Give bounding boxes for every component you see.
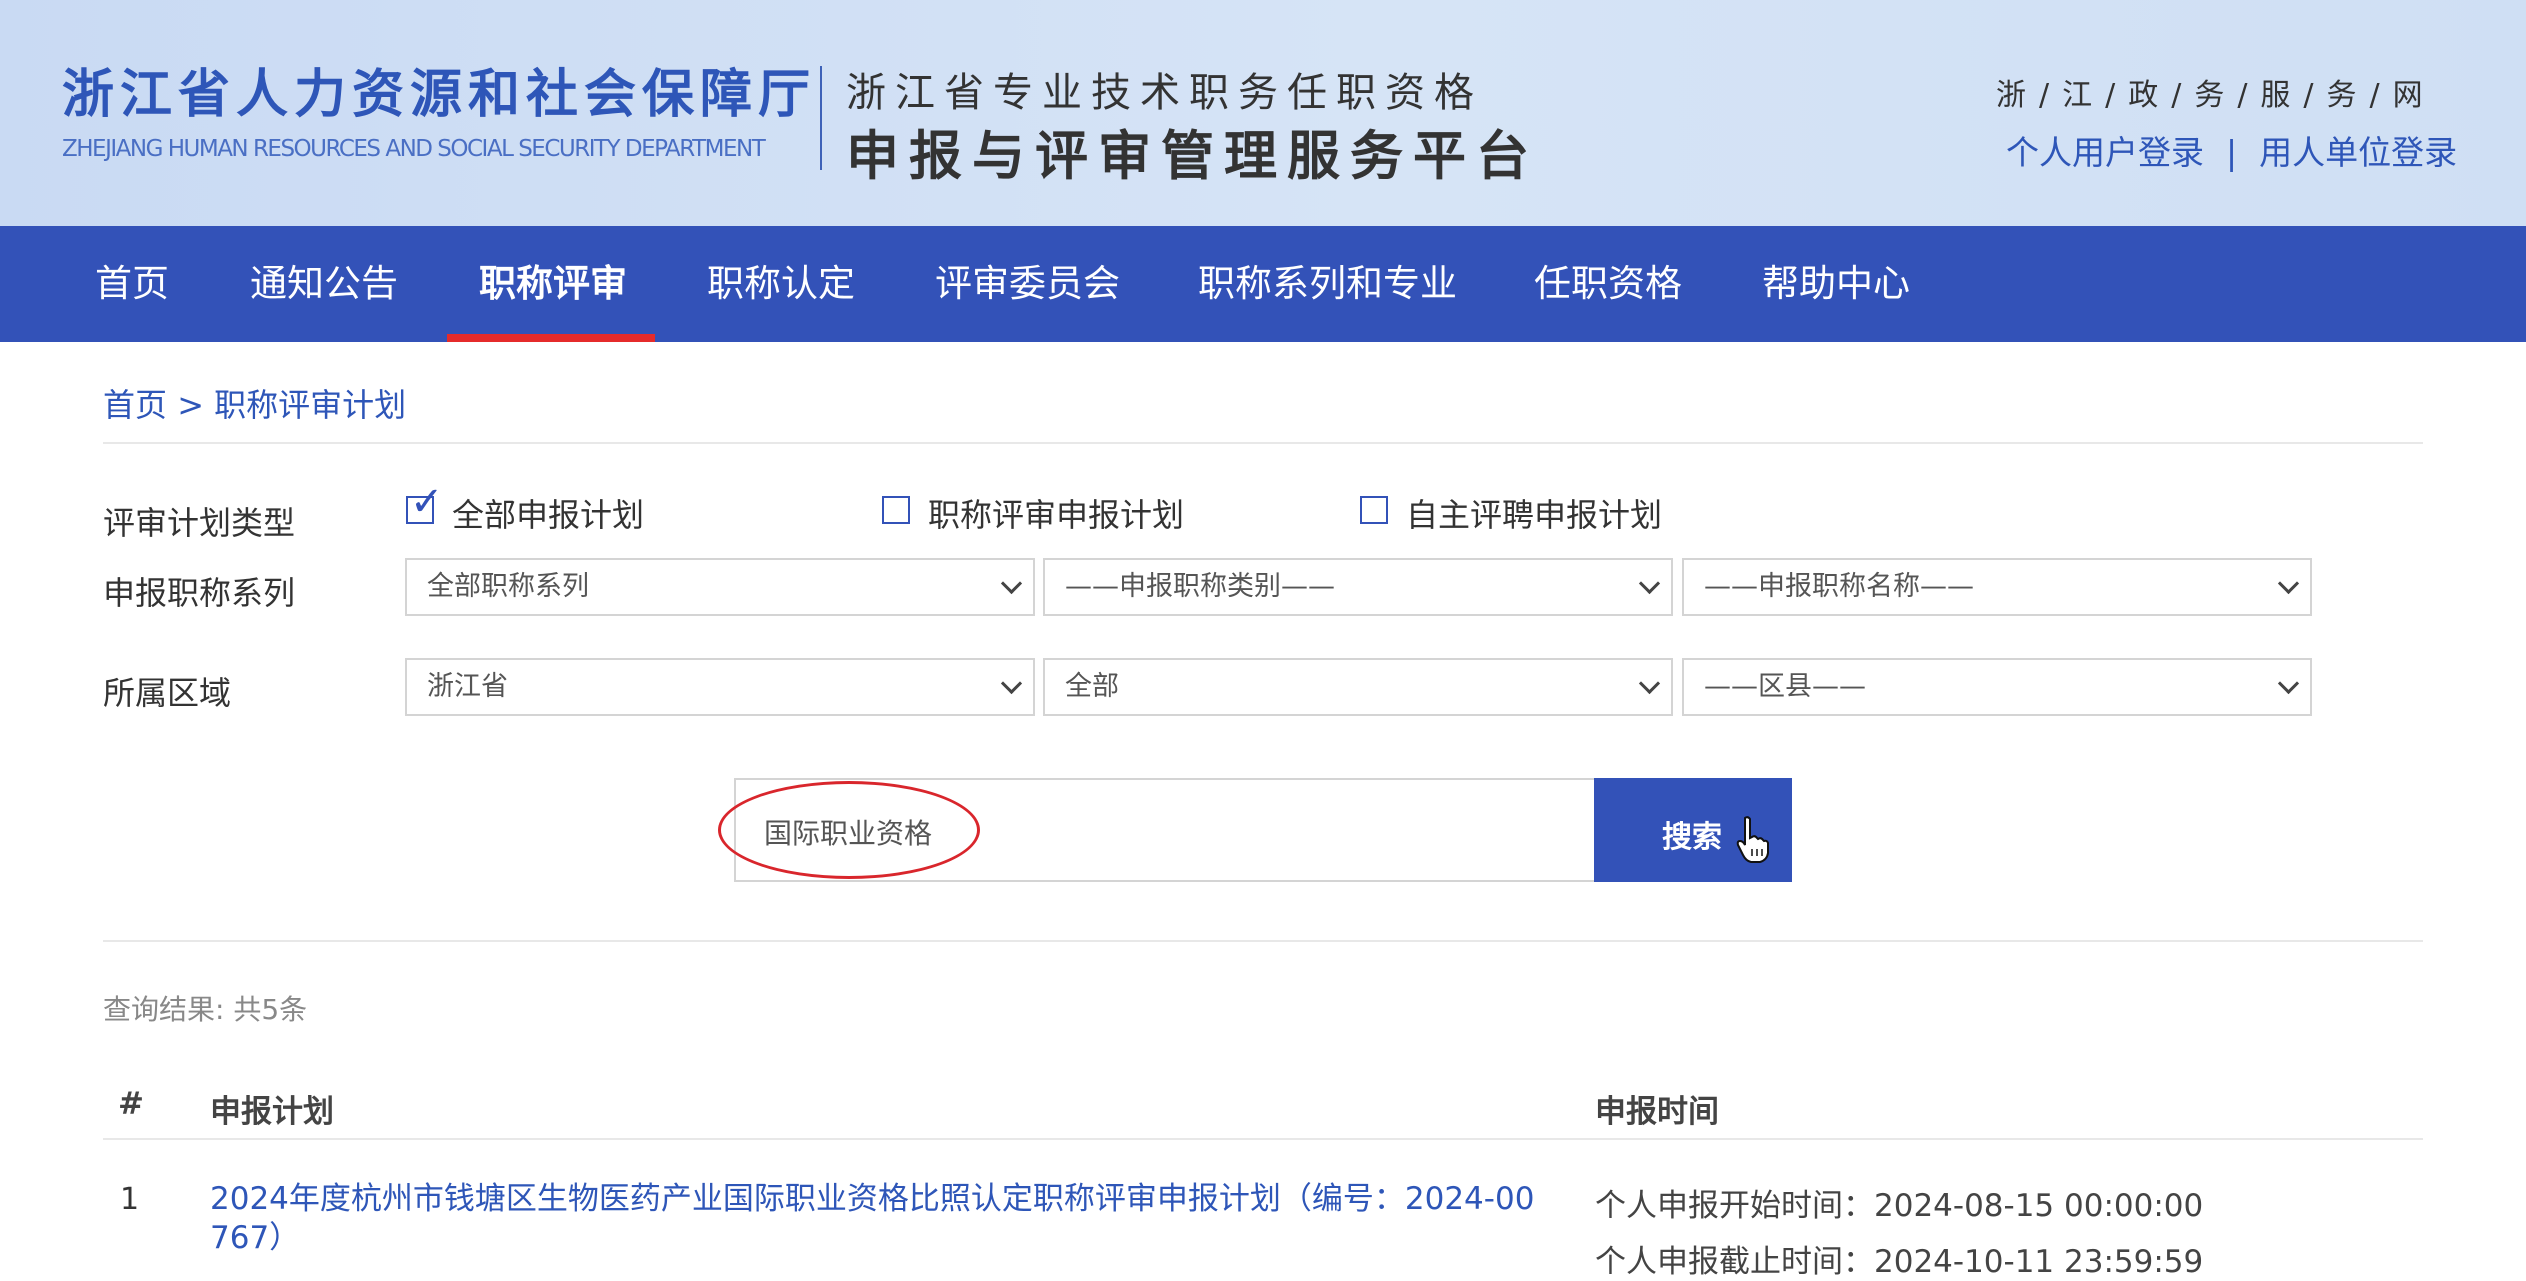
- chevron-down-icon: [1000, 672, 1023, 695]
- province-select[interactable]: 浙江省: [405, 658, 1035, 716]
- search-divider: [103, 940, 2423, 942]
- login-separator: |: [2226, 133, 2238, 172]
- apply-start-time: 个人申报开始时间：2024-08-15 00:00:00: [1595, 1188, 2204, 1224]
- row-index: 1: [120, 1182, 140, 1217]
- series-label: 申报职称系列: [103, 574, 296, 612]
- select-value: ——申报职称名称——: [1704, 571, 1974, 602]
- header-divider: [820, 66, 822, 170]
- select-value: 全部: [1065, 671, 1119, 702]
- org-name-cn[interactable]: 浙江省人力资源和社会保障厅: [62, 52, 816, 127]
- chevron-down-icon: [1638, 672, 1661, 695]
- result-count: 查询结果: 共5条: [103, 993, 308, 1026]
- checkbox-label: 自主评聘申报计划: [1406, 496, 1663, 534]
- select-value: ——申报职称类别——: [1065, 571, 1335, 602]
- search-button[interactable]: 搜索: [1594, 778, 1792, 882]
- chevron-down-icon: [2277, 672, 2300, 695]
- unit-login-link[interactable]: 用人单位登录: [2259, 133, 2457, 172]
- checkbox-box[interactable]: [1360, 496, 1388, 524]
- search-button-label: 搜索: [1662, 820, 1722, 855]
- select-value: 浙江省: [427, 671, 508, 702]
- plan-link[interactable]: 2024年度杭州市钱塘区生物医药产业国际职业资格比照认定职称评审申报计划（编号：…: [210, 1180, 1550, 1258]
- breadcrumb-current[interactable]: 职称评审计划: [214, 386, 406, 424]
- region-label: 所属区域: [103, 674, 232, 712]
- breadcrumb-separator: >: [177, 386, 204, 424]
- nav-item-notices[interactable]: 通知公告: [250, 226, 398, 342]
- column-header-index: #: [118, 1086, 144, 1122]
- breadcrumb-home[interactable]: 首页: [103, 386, 167, 424]
- checkmark-icon: ✓: [410, 479, 444, 525]
- checkbox-label: 职称评审申报计划: [928, 496, 1185, 534]
- site-header: 浙江省人力资源和社会保障厅 ZHEJIANG HUMAN RESOURCES A…: [0, 0, 2526, 226]
- select-value: ——区县——: [1704, 671, 1866, 702]
- breadcrumb: 首页 > 职称评审计划: [103, 380, 406, 426]
- column-header-plan: 申报计划: [210, 1094, 334, 1130]
- nav-item-title-review[interactable]: 职称评审: [479, 226, 627, 342]
- apply-end-time: 个人申报截止时间：2024-10-11 23:59:59: [1595, 1244, 2204, 1280]
- category-select[interactable]: ——申报职称类别——: [1043, 558, 1673, 616]
- chevron-down-icon: [1000, 572, 1023, 595]
- column-header-time: 申报时间: [1595, 1094, 1719, 1130]
- hand-pointer-icon: [1736, 816, 1769, 863]
- breadcrumb-divider: [103, 442, 2423, 444]
- platform-subtitle: 浙江省专业技术职务任职资格: [846, 70, 1483, 116]
- search-input[interactable]: 国际职业资格: [734, 778, 1596, 882]
- city-select[interactable]: 全部: [1043, 658, 1673, 716]
- table-header-divider: [103, 1138, 2423, 1140]
- chevron-down-icon: [1638, 572, 1661, 595]
- chevron-down-icon: [2277, 572, 2300, 595]
- nav-item-help-center[interactable]: 帮助中心: [1762, 226, 1910, 342]
- org-name-en: ZHEJIANG HUMAN RESOURCES AND SOCIAL SECU…: [62, 136, 766, 162]
- nav-item-qualifications[interactable]: 任职资格: [1534, 226, 1682, 342]
- district-select[interactable]: ——区县——: [1682, 658, 2312, 716]
- nav-item-title-recognition[interactable]: 职称认定: [707, 226, 855, 342]
- nav-item-title-series[interactable]: 职称系列和专业: [1198, 226, 1457, 342]
- nav-active-indicator: [447, 334, 655, 342]
- plan-type-label: 评审计划类型: [103, 504, 296, 542]
- platform-title: 申报与评审管理服务平台: [846, 126, 1539, 187]
- main-nav: 首页 通知公告 职称评审 职称认定 评审委员会 职称系列和专业 任职资格 帮助中…: [0, 226, 2526, 342]
- checkbox-box[interactable]: [882, 496, 910, 524]
- nav-item-review-committee[interactable]: 评审委员会: [935, 226, 1120, 342]
- select-value: 全部职称系列: [427, 571, 589, 602]
- series-select[interactable]: 全部职称系列: [405, 558, 1035, 616]
- gov-portal-link[interactable]: 浙/江/政/务/服/务/网: [1996, 70, 2436, 114]
- title-name-select[interactable]: ——申报职称名称——: [1682, 558, 2312, 616]
- search-input-value: 国际职业资格: [764, 817, 933, 850]
- personal-login-link[interactable]: 个人用户登录: [2006, 133, 2204, 172]
- nav-item-home[interactable]: 首页: [95, 226, 169, 342]
- login-links: 个人用户登录 | 用人单位登录: [2006, 126, 2457, 174]
- checkbox-label: 全部申报计划: [452, 496, 645, 534]
